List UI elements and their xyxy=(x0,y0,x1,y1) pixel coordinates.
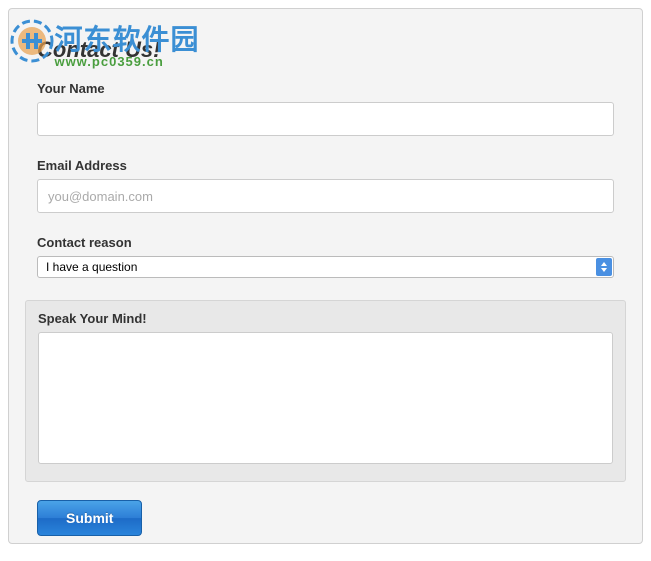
name-group: Your Name xyxy=(37,81,614,136)
reason-select-wrapper: I have a question xyxy=(37,256,614,278)
submit-button[interactable]: Submit xyxy=(37,500,142,536)
reason-select[interactable]: I have a question xyxy=(37,256,614,278)
message-section: Speak Your Mind! xyxy=(25,300,626,482)
name-label: Your Name xyxy=(37,81,614,96)
message-label: Speak Your Mind! xyxy=(38,311,613,326)
form-title: Contact Us! xyxy=(37,37,614,63)
email-label: Email Address xyxy=(37,158,614,173)
name-input[interactable] xyxy=(37,102,614,136)
reason-label: Contact reason xyxy=(37,235,614,250)
email-input[interactable] xyxy=(37,179,614,213)
email-group: Email Address xyxy=(37,158,614,213)
reason-group: Contact reason I have a question xyxy=(37,235,614,278)
message-textarea[interactable] xyxy=(38,332,613,464)
contact-form-container: Contact Us! Your Name Email Address Cont… xyxy=(8,8,643,544)
